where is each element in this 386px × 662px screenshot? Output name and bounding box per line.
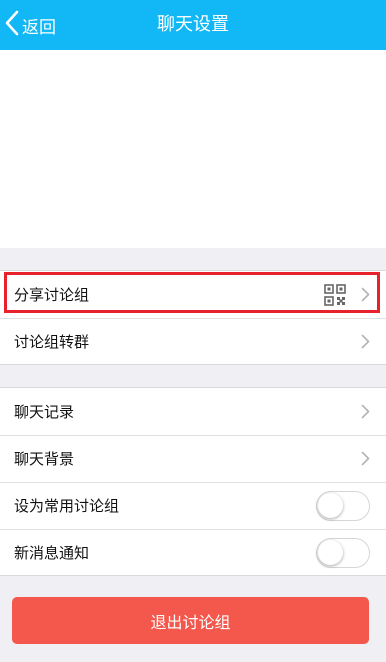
exit-discussion-group-button[interactable]: 退出讨论组 bbox=[12, 597, 369, 644]
toggle-knob bbox=[318, 493, 343, 518]
new-message-notification-row: 新消息通知 bbox=[0, 529, 386, 576]
favorite-toggle[interactable] bbox=[316, 491, 370, 521]
chat-history-row[interactable]: 聊天记录 bbox=[0, 388, 386, 435]
set-as-favorite-row: 设为常用讨论组 bbox=[0, 482, 386, 529]
back-label: 返回 bbox=[22, 17, 56, 38]
nav-bar: 返回 聊天设置 bbox=[0, 0, 386, 50]
convert-to-group-row[interactable]: 讨论组转群 bbox=[0, 318, 386, 365]
share-discussion-group-row[interactable]: 分享讨论组 bbox=[0, 271, 386, 318]
chat-settings-group: 聊天记录 聊天背景 设为常用讨论组 新消息通知 bbox=[0, 387, 386, 576]
members-panel bbox=[0, 50, 386, 248]
toggle-knob bbox=[318, 540, 343, 565]
row-label: 聊天记录 bbox=[14, 403, 75, 421]
notification-toggle[interactable] bbox=[316, 538, 370, 568]
back-button[interactable]: 返回 bbox=[4, 0, 56, 50]
row-label: 聊天背景 bbox=[14, 450, 75, 468]
share-settings-group: 分享讨论组 讨论组转群 bbox=[0, 270, 386, 365]
chat-background-row[interactable]: 聊天背景 bbox=[0, 435, 386, 482]
row-label: 讨论组转群 bbox=[14, 333, 90, 351]
chevron-left-icon bbox=[4, 10, 20, 40]
page-title: 聊天设置 bbox=[157, 14, 229, 35]
